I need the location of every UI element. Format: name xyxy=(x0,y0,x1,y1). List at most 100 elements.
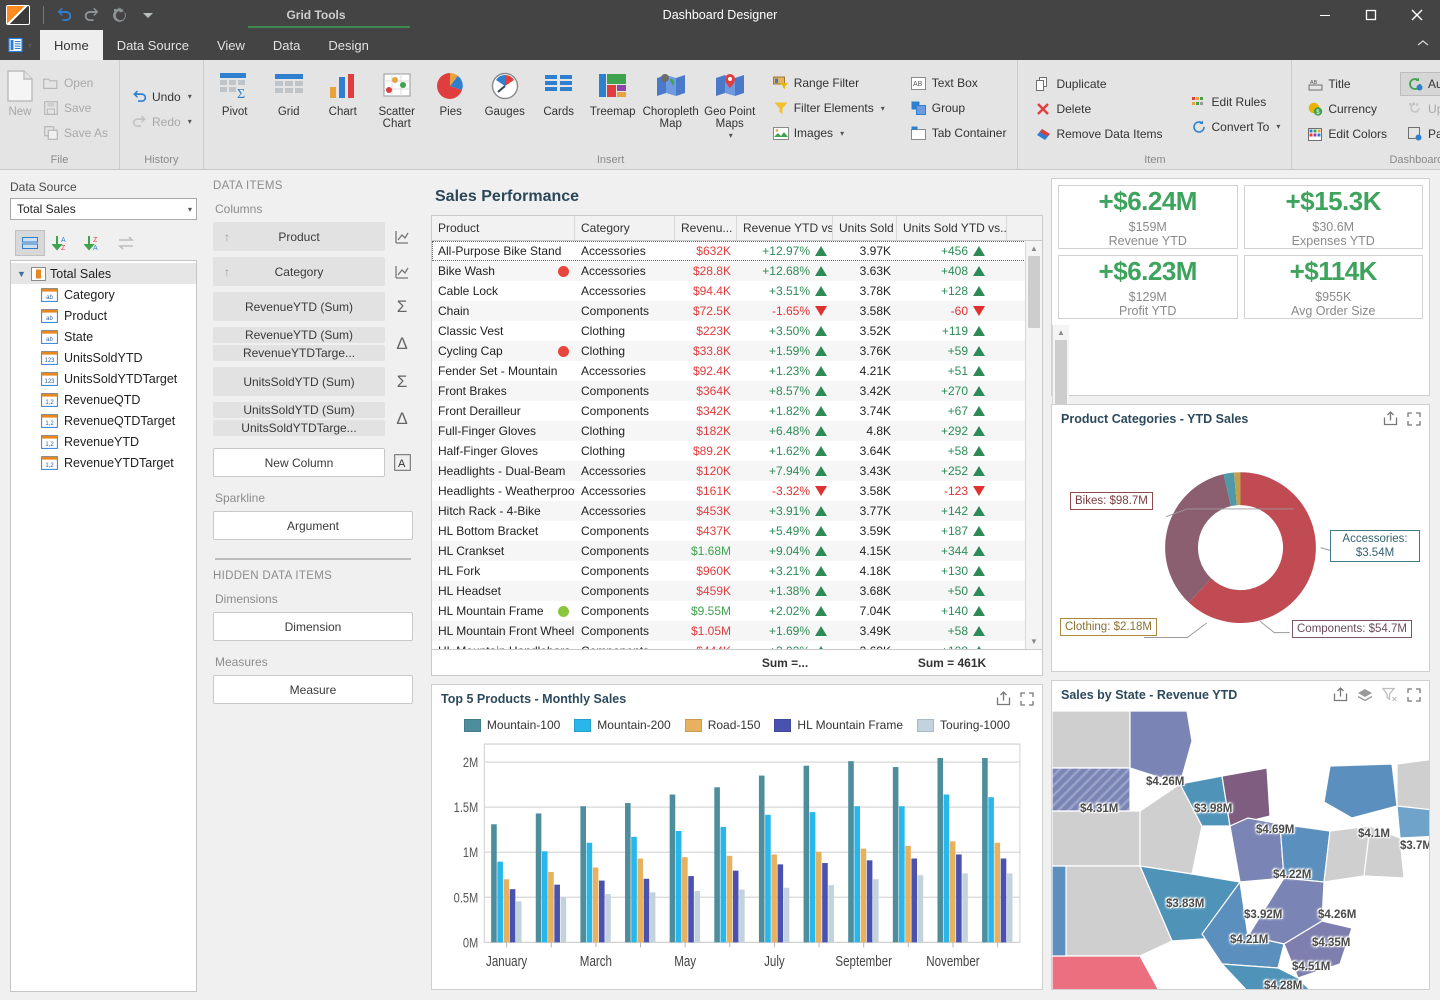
minimize-button[interactable] xyxy=(1302,0,1348,30)
filter-elements-button[interactable]: Filter Elements ▾ xyxy=(766,96,892,120)
bar[interactable] xyxy=(688,876,694,942)
undo-button[interactable]: Undo ▾ xyxy=(124,85,199,109)
table-row[interactable]: Cycling CapClothing$33.8K+1.59%3.76K+59 xyxy=(432,341,1042,361)
bar[interactable] xyxy=(804,766,810,943)
tab-data[interactable]: Data xyxy=(259,30,314,60)
legend-item[interactable]: HL Mountain Frame xyxy=(774,718,903,732)
bar[interactable] xyxy=(848,761,854,942)
map-state-shape[interactable] xyxy=(1280,824,1330,882)
bar[interactable] xyxy=(548,872,554,942)
bar[interactable] xyxy=(905,846,911,942)
scroll-up-arrow-icon[interactable]: ▲ xyxy=(1026,241,1042,256)
pivot-button[interactable]: Σ Pivot xyxy=(208,65,262,118)
data-source-select[interactable]: Total Sales ▾ xyxy=(10,198,197,220)
treemap-button[interactable]: Treemap xyxy=(586,65,640,118)
table-row[interactable]: Full-Finger GlovesClothing$182K+6.48%4.8… xyxy=(432,421,1042,441)
file-menu-button[interactable]: ▾ xyxy=(0,30,40,60)
argument-placeholder[interactable]: Argument xyxy=(213,511,413,540)
bar[interactable] xyxy=(694,891,700,942)
bar[interactable] xyxy=(765,815,771,943)
export-icon[interactable] xyxy=(996,691,1011,706)
convert-to-caret-icon[interactable]: ▾ xyxy=(1276,122,1280,131)
bar[interactable] xyxy=(510,889,516,942)
automatic-updates-button[interactable]: Automatic Updates xyxy=(1400,72,1440,96)
sort-za-button[interactable]: ZA xyxy=(79,230,109,256)
sort-az-button[interactable]: AZ xyxy=(47,230,77,256)
bar[interactable] xyxy=(644,879,650,943)
gauges-button[interactable]: Gauges xyxy=(478,65,532,118)
tab-home[interactable]: Home xyxy=(40,30,103,60)
geo-point-maps-button[interactable]: Geo Point Maps ▾ xyxy=(702,65,758,142)
map-area[interactable]: $4.26M$4.31M$3.98M$4.69M$4.1M$3.7M$4.22M… xyxy=(1052,706,1429,989)
bar[interactable] xyxy=(911,859,917,943)
table-row[interactable]: Half-Finger GlovesClothing$89.2K+1.62%3.… xyxy=(432,441,1042,461)
data-source-field[interactable]: 1,2RevenueYTDTarget xyxy=(11,452,196,473)
data-item-units-target[interactable]: UnitsSoldYTDTarge... xyxy=(213,420,385,436)
new-column-button[interactable]: New Column xyxy=(213,448,385,477)
pies-button[interactable]: Pies xyxy=(424,65,478,118)
bar[interactable] xyxy=(682,857,688,942)
bar[interactable] xyxy=(828,885,834,942)
bar[interactable] xyxy=(822,863,828,942)
images-caret-icon[interactable]: ▾ xyxy=(840,129,844,138)
map-state-shape-selected[interactable] xyxy=(1052,768,1130,811)
table-row[interactable]: HL CranksetComponents$1.68M+9.04%4.15K+3… xyxy=(432,541,1042,561)
map-state-shape[interactable] xyxy=(1397,806,1429,838)
edit-colors-button[interactable]: Edit Colors xyxy=(1300,122,1394,146)
legend-item[interactable]: Road-150 xyxy=(685,718,761,732)
table-row[interactable]: HL HeadsetComponents$459K+1.38%3.68K+50 xyxy=(432,581,1042,601)
bar[interactable] xyxy=(1007,873,1013,942)
bar[interactable] xyxy=(631,837,637,942)
bar[interactable] xyxy=(714,787,720,942)
bar[interactable] xyxy=(759,776,765,943)
save-as-button[interactable]: Save As xyxy=(36,121,115,145)
bar[interactable] xyxy=(778,864,784,942)
data-item-category[interactable]: ↑ Category xyxy=(213,257,385,286)
dimension-icon[interactable] xyxy=(391,229,413,245)
redo-button[interactable]: Redo ▾ xyxy=(124,110,199,134)
grid-column-header[interactable]: Category xyxy=(575,216,675,240)
data-source-field[interactable]: 1,2RevenueYTD xyxy=(11,431,196,452)
text-a-icon[interactable]: A xyxy=(391,454,413,471)
maximize-icon[interactable] xyxy=(1407,412,1421,426)
bar[interactable] xyxy=(561,897,567,942)
table-row[interactable]: HL Mountain Front WheelComponents$1.05M+… xyxy=(432,621,1042,641)
bar[interactable] xyxy=(727,856,733,943)
map-state-shape[interactable] xyxy=(1052,866,1066,956)
bar[interactable] xyxy=(771,854,777,942)
bar[interactable] xyxy=(950,841,956,942)
table-row[interactable]: Front DerailleurComponents$342K+1.82%3.7… xyxy=(432,401,1042,421)
data-source-field[interactable]: abState xyxy=(11,326,196,347)
table-row[interactable]: ChainComponents$72.5K-1.65%3.58K-60 xyxy=(432,301,1042,321)
bar[interactable] xyxy=(962,873,968,942)
map-state-shape[interactable] xyxy=(1052,811,1140,866)
export-icon[interactable] xyxy=(1333,687,1348,702)
map-state-shape[interactable] xyxy=(1324,826,1370,882)
bar[interactable] xyxy=(956,854,962,942)
close-button[interactable] xyxy=(1394,0,1440,30)
dimension-icon[interactable] xyxy=(391,264,413,280)
tree-root-total-sales[interactable]: ▼ Total Sales xyxy=(11,263,196,284)
bar[interactable] xyxy=(810,812,816,942)
table-row[interactable]: Cable LockAccessories$94.4K+3.51%3.78K+1… xyxy=(432,281,1042,301)
data-source-field[interactable]: abCategory xyxy=(11,284,196,305)
table-row[interactable]: Headlights - WeatherproofAccessories$161… xyxy=(432,481,1042,501)
table-row[interactable]: Classic VestClothing$223K+3.50%3.52K+119 xyxy=(432,321,1042,341)
bar[interactable] xyxy=(988,797,994,942)
tab-view[interactable]: View xyxy=(203,30,259,60)
grid-column-header[interactable]: Product xyxy=(432,216,575,240)
redo-quick-icon[interactable] xyxy=(79,4,105,26)
dimension-placeholder[interactable]: Dimension xyxy=(213,612,413,641)
bar[interactable] xyxy=(873,879,879,942)
table-row[interactable]: Headlights - Dual-BeamAccessories$120K+7… xyxy=(432,461,1042,481)
tab-design[interactable]: Design xyxy=(314,30,382,60)
maximize-icon[interactable] xyxy=(1407,688,1421,702)
data-source-field[interactable]: 1,2RevenueQTD xyxy=(11,389,196,410)
kpi-card[interactable]: +$6.24M$159MRevenue YTD xyxy=(1058,185,1238,249)
map-state-shape[interactable] xyxy=(1230,818,1284,882)
bar[interactable] xyxy=(944,795,950,943)
grid-column-header[interactable]: Revenu... xyxy=(675,216,737,240)
maximize-icon[interactable] xyxy=(1020,692,1034,706)
sigma-icon[interactable]: Σ xyxy=(391,297,413,317)
bar[interactable] xyxy=(650,892,656,942)
